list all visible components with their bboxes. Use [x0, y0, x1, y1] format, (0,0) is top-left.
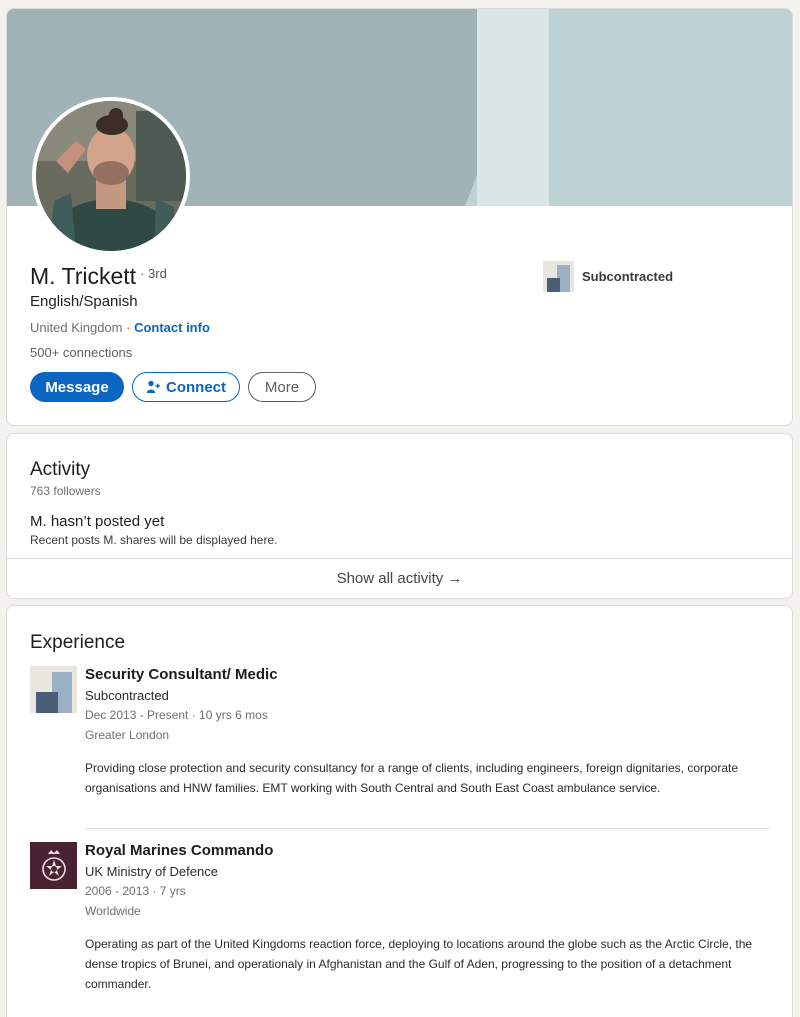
experience-description: Operating as part of the United Kingdoms…	[85, 937, 753, 991]
location-separator: ·	[122, 320, 135, 335]
experience-dates: Dec 2013 - Present · 10 yrs 6 mos	[85, 708, 268, 722]
more-button-label: More	[264, 378, 300, 396]
connections-count[interactable]: 500+ connections	[30, 345, 132, 360]
contact-info-link[interactable]: Contact info	[134, 320, 210, 335]
experience-item: Security Consultant/ Medic Subcontracted…	[30, 666, 770, 836]
connect-button[interactable]: Connect	[132, 372, 240, 402]
profile-name: M. Trickett	[30, 263, 137, 289]
show-all-activity-link[interactable]: Show all activity →	[7, 570, 792, 587]
message-button-label: Message	[45, 378, 109, 396]
experience-dates: 2006 - 2013 · 7 yrs	[85, 884, 186, 898]
connection-degree: · 3rd	[140, 266, 167, 281]
experience-company: Subcontracted	[85, 688, 169, 703]
experience-location: Greater London	[85, 728, 170, 742]
empty-activity-title: M. hasn’t posted yet	[30, 513, 165, 530]
name-row: M. Trickett · 3rd	[30, 263, 167, 290]
location-row: United Kingdom · Contact info	[30, 320, 210, 335]
profile-location: United Kingdom	[30, 320, 123, 335]
profile-headline: English/Spanish	[30, 293, 138, 310]
company-placeholder-icon	[543, 261, 574, 292]
experience-location: Worldwide	[85, 904, 141, 918]
experience-divider	[85, 828, 770, 829]
experience-title-text[interactable]: Royal Marines Commando	[85, 842, 273, 859]
experience-title: Experience	[30, 632, 126, 653]
add-person-icon	[146, 380, 160, 393]
activity-divider	[7, 558, 792, 559]
connect-button-label: Connect	[166, 378, 226, 396]
profile-card: M. Trickett · 3rd English/Spanish United…	[6, 8, 793, 426]
experience-title-text[interactable]: Security Consultant/ Medic	[85, 666, 278, 683]
empty-activity-subtitle: Recent posts M. shares will be displayed…	[30, 533, 278, 547]
experience-company: UK Ministry of Defence	[85, 864, 218, 879]
experience-description: Providing close protection and security …	[85, 761, 739, 795]
activity-title: Activity	[30, 459, 91, 480]
company-placeholder-icon[interactable]	[30, 666, 77, 713]
experience-card: Experience Security Consultant/ Medic Su…	[6, 605, 793, 1017]
activity-card: Activity 763 followers M. hasn’t posted …	[6, 433, 793, 599]
experience-item: Royal Marines Commando UK Ministry of De…	[30, 842, 770, 1012]
avatar[interactable]	[32, 97, 190, 255]
more-button[interactable]: More	[248, 372, 316, 402]
message-button[interactable]: Message	[30, 372, 124, 402]
current-company-name: Subcontracted	[582, 269, 674, 284]
mod-crest-icon[interactable]	[30, 842, 77, 889]
followers-count: 763 followers	[30, 484, 101, 498]
current-company-badge[interactable]: Subcontracted	[543, 261, 673, 292]
